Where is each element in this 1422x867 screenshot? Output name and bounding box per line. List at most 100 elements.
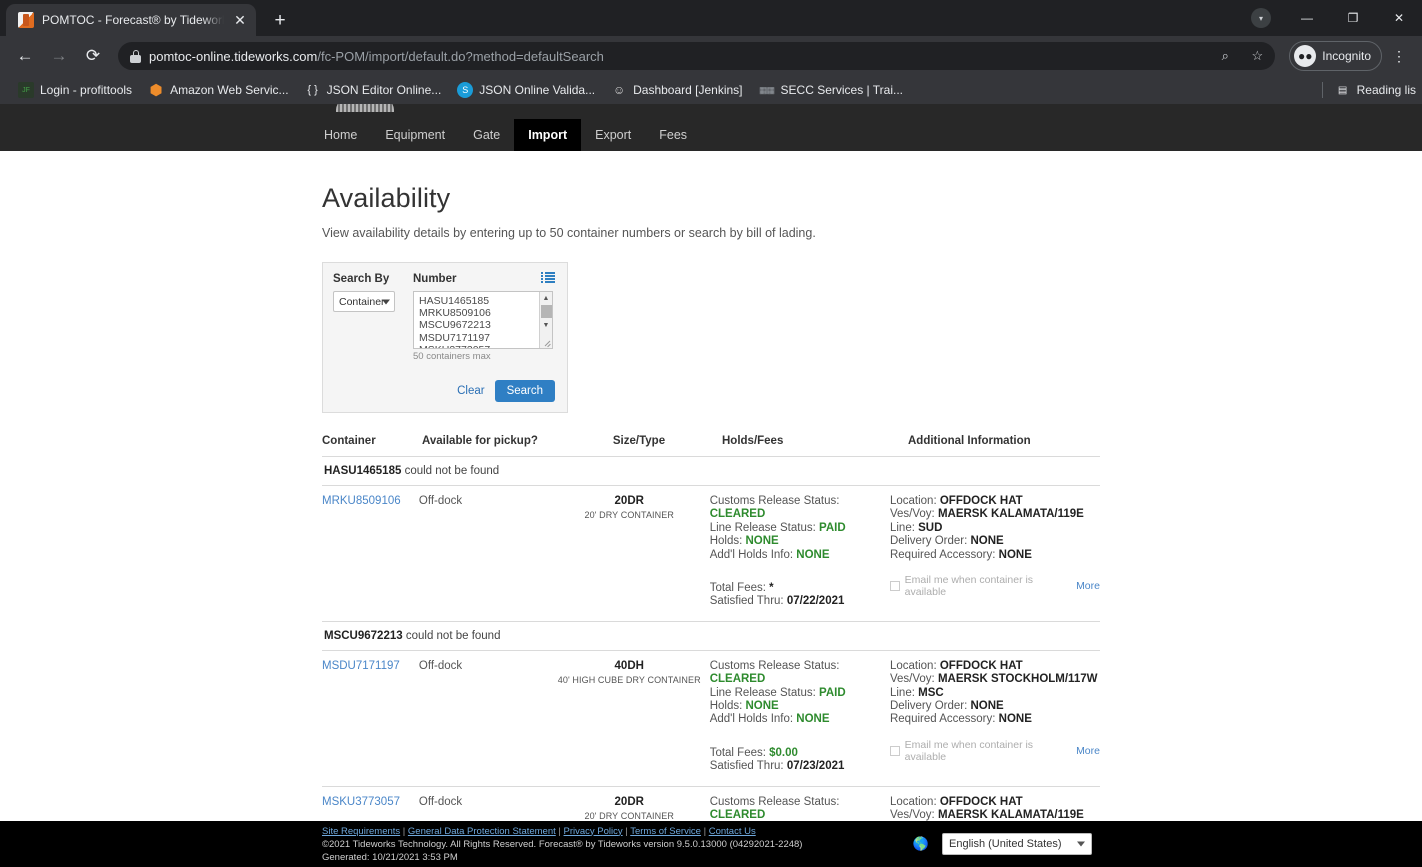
bookmark-item[interactable]: ☺ Dashboard [Jenkins] (603, 80, 750, 100)
reload-icon[interactable]: ⟳ (78, 41, 108, 71)
value: NONE (970, 700, 1004, 713)
nav-item-home[interactable]: Home (310, 119, 371, 151)
footer-link-gdpr[interactable]: General Data Protection Statement (408, 826, 556, 837)
bookmark-label: Amazon Web Servic... (170, 83, 289, 97)
value: OFFDOCK HAT (939, 659, 1023, 672)
value: MAERSK KALAMATA/119E (937, 508, 1084, 521)
value: NONE (998, 548, 1032, 561)
container-link[interactable]: MSKU3773057 (322, 796, 400, 808)
email-notification-checkbox[interactable] (889, 745, 900, 756)
label: Holds: (709, 535, 743, 548)
customs-release-status: Customs Release Status: CLEARED (710, 796, 890, 823)
footer-link-row: Site Requirements | General Data Protect… (322, 825, 802, 838)
location: Location: OFFDOCK HAT (890, 796, 1100, 809)
addl-holds-info: Add'l Holds Info: NONE (710, 713, 890, 726)
textarea-scrollbar[interactable]: ▲ ▼ (539, 292, 552, 348)
value: OFFDOCK HAT (939, 795, 1023, 808)
more-link[interactable]: More (1076, 580, 1100, 592)
scrollbar-thumb[interactable] (540, 305, 552, 318)
globe-icon: 🌎 (912, 836, 930, 851)
search-button[interactable]: Search (494, 380, 555, 402)
bookmark-label: JSON Editor Online... (326, 83, 442, 97)
total-fees: Total Fees: $0.00 (710, 747, 890, 760)
incognito-profile-button[interactable]: ●● Incognito (1289, 41, 1382, 71)
scroll-down-icon[interactable]: ▼ (540, 319, 553, 331)
value: PAID (819, 686, 846, 699)
new-tab-button[interactable]: + (266, 6, 294, 34)
browser-menu-icon[interactable]: ⋮ (1386, 41, 1412, 71)
aws-icon: ⬢ (149, 82, 163, 99)
page-subtitle: View availability details by entering up… (322, 226, 816, 240)
holds: Holds: NONE (710, 535, 890, 548)
value: CLEARED (709, 673, 766, 686)
language-select[interactable]: English (United States) (942, 833, 1092, 855)
container-link[interactable]: MSDU7171197 (322, 660, 400, 672)
scroll-up-icon[interactable]: ▲ (540, 292, 553, 304)
container-link[interactable]: MRKU8509106 (322, 495, 401, 507)
table-row-not-found: MSCU9672213 could not be found (322, 622, 1100, 651)
nav-item-gate[interactable]: Gate (459, 119, 514, 151)
forward-icon[interactable]: → (44, 41, 74, 71)
nav-item-fees[interactable]: Fees (645, 119, 701, 151)
browser-tab[interactable]: POMTOC - Forecast® by Tideworks ✕ (6, 4, 256, 36)
footer-link-contact-us[interactable]: Contact Us (709, 826, 756, 837)
label: Customs Release Status: (709, 795, 840, 808)
clear-button[interactable]: Clear (457, 385, 484, 397)
chrome-dropdown-button[interactable]: ▾ (1238, 0, 1284, 36)
bookmark-item[interactable]: ⬢ Amazon Web Servic... (140, 80, 297, 100)
container-numbers-textarea[interactable]: HASU1465185 MRKU8509106 MSCU9672213 MSDU… (413, 291, 553, 349)
url-path: /fc-POM/import/default.do?method=default… (317, 48, 604, 64)
bookmark-item[interactable]: { } JSON Editor Online... (297, 80, 450, 100)
reading-list-icon: ▤ (1337, 84, 1348, 96)
value: 07/23/2021 (786, 760, 845, 773)
footer-link-privacy-policy[interactable]: Privacy Policy (564, 826, 623, 837)
nav-item-import[interactable]: Import (514, 119, 582, 151)
delivery-order: Delivery Order: NONE (890, 700, 1100, 713)
container-number: HASU1465185 (324, 465, 402, 477)
email-notification-checkbox[interactable] (889, 581, 900, 592)
url-origin: pomtoc-online.tideworks.com (149, 48, 318, 64)
value: MAERSK KALAMATA/119E (937, 809, 1084, 822)
label: Delivery Order: (889, 700, 968, 713)
address-bar[interactable]: pomtoc-online.tideworks.com/fc-POM/impor… (118, 42, 1276, 70)
size-description: 20' DRY CONTAINER (584, 810, 674, 821)
lock-icon (130, 49, 141, 63)
size-code: 20DR (614, 495, 644, 507)
label: Ves/Voy: (889, 673, 935, 686)
resize-grip-icon[interactable] (540, 336, 553, 348)
value: MAERSK STOCKHOLM/117W (937, 673, 1098, 686)
cell-holds-fees: Customs Release Status: CLEARED Line Rel… (710, 660, 890, 774)
nav-item-export[interactable]: Export (581, 119, 645, 151)
bookmark-star-icon[interactable]: ☆ (1245, 44, 1269, 68)
jfrog-icon: JF (18, 82, 34, 98)
search-icon[interactable]: ⌕ (1213, 44, 1237, 68)
nav-item-equipment[interactable]: Equipment (371, 119, 459, 151)
label: Location: (889, 659, 937, 672)
back-icon[interactable]: ← (10, 41, 40, 71)
location: Location: OFFDOCK HAT (890, 495, 1100, 508)
label: Customs Release Status: (709, 659, 840, 672)
email-notification-row[interactable]: Email me when container is available Mor… (889, 574, 1100, 598)
delivery-order: Delivery Order: NONE (890, 535, 1100, 548)
list-view-icon[interactable] (541, 272, 555, 283)
search-by-select[interactable]: Container (333, 291, 395, 312)
bookmark-item[interactable]: ▦▦ SECC Services | Trai... (751, 80, 911, 100)
close-window-button[interactable]: ✕ (1376, 0, 1422, 36)
label: Line Release Status: (709, 686, 816, 699)
reading-list-area[interactable]: ▤ Reading lis (1321, 82, 1416, 98)
more-link[interactable]: More (1076, 745, 1100, 757)
line-release-status: Line Release Status: PAID (710, 522, 890, 535)
maximize-button[interactable]: ❐ (1330, 0, 1376, 36)
minimize-button[interactable]: — (1284, 0, 1330, 36)
value: MSC (918, 686, 944, 699)
holds: Holds: NONE (710, 700, 890, 713)
close-tab-icon[interactable]: ✕ (232, 12, 248, 28)
bookmark-item[interactable]: S JSON Online Valida... (449, 80, 603, 100)
bookmark-item[interactable]: JF Login - profittools (10, 80, 140, 100)
footer-link-terms[interactable]: Terms of Service (630, 826, 701, 837)
footer-link-site-requirements[interactable]: Site Requirements (322, 826, 400, 837)
not-found-text: could not be found (405, 629, 501, 642)
cell-additional-information: Location: OFFDOCK HAT Ves/Voy: MAERSK ST… (889, 659, 1100, 774)
email-notification-row[interactable]: Email me when container is available Mor… (889, 739, 1100, 763)
secc-icon: ▦▦ (759, 84, 775, 95)
